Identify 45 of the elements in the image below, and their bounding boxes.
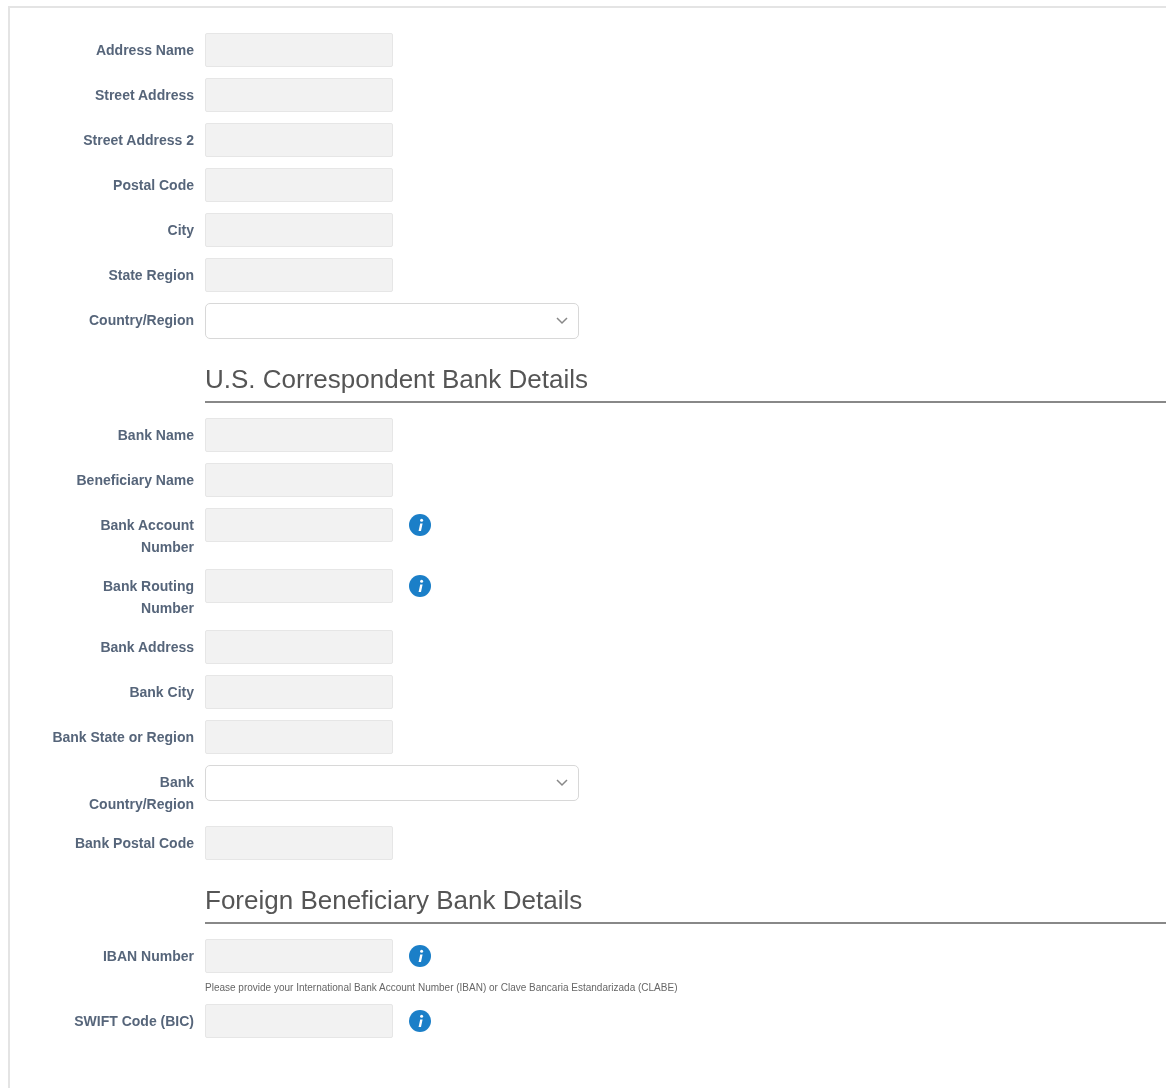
field-label: Country/Region — [88, 311, 194, 330]
text-field[interactable] — [205, 78, 393, 112]
field-label: Bank Name — [116, 426, 194, 445]
field-label: Bank Routing Number — [102, 577, 194, 618]
field-label: State Region — [107, 266, 194, 285]
text-field[interactable] — [205, 720, 393, 754]
text-field[interactable] — [205, 123, 393, 157]
dropdown-field[interactable] — [205, 303, 579, 339]
chevron-icon — [556, 317, 568, 325]
field-label: Beneficiary Name — [75, 471, 194, 490]
text-field[interactable] — [205, 569, 393, 603]
info-icon[interactable] — [409, 575, 431, 597]
chevron-icon — [556, 779, 568, 787]
field-label: Street Address — [93, 86, 194, 105]
field-label: Bank City — [128, 683, 194, 702]
field-label: Bank Country/Region — [88, 773, 194, 814]
field-label: City — [166, 221, 194, 240]
field-label: IBAN Number — [102, 947, 194, 966]
text-field[interactable] — [205, 213, 393, 247]
text-field[interactable] — [205, 33, 393, 67]
field-label: Bank Account Number — [99, 516, 194, 557]
text-field[interactable] — [205, 463, 393, 497]
section-heading: Foreign Beneficiary Bank Details — [205, 885, 1166, 924]
field-label: Bank Address — [99, 638, 194, 657]
info-icon[interactable] — [409, 1010, 431, 1032]
text-field[interactable] — [205, 1004, 393, 1038]
dropdown-field[interactable] — [205, 765, 579, 801]
info-icon[interactable] — [409, 514, 431, 536]
text-field[interactable] — [205, 258, 393, 292]
text-field[interactable] — [205, 418, 393, 452]
info-icon[interactable] — [409, 945, 431, 967]
field-label: Postal Code — [112, 176, 194, 195]
text-field[interactable] — [205, 939, 393, 973]
field-label: Bank Postal Code — [73, 834, 194, 853]
text-field[interactable] — [205, 630, 393, 664]
text-field[interactable] — [205, 168, 393, 202]
help-text: Please provide your International Bank Account Number (IBAN) or Clave Bancaria Estandarizada (CLABE) — [205, 982, 679, 993]
field-label: Bank State or Region — [51, 728, 194, 747]
field-label: SWIFT Code (BIC) — [73, 1012, 194, 1031]
text-field[interactable] — [205, 826, 393, 860]
field-label: Address Name — [94, 41, 194, 60]
field-label: Street Address 2 — [82, 131, 194, 150]
text-field[interactable] — [205, 508, 393, 542]
text-field[interactable] — [205, 675, 393, 709]
section-heading: U.S. Correspondent Bank Details — [205, 364, 1166, 403]
